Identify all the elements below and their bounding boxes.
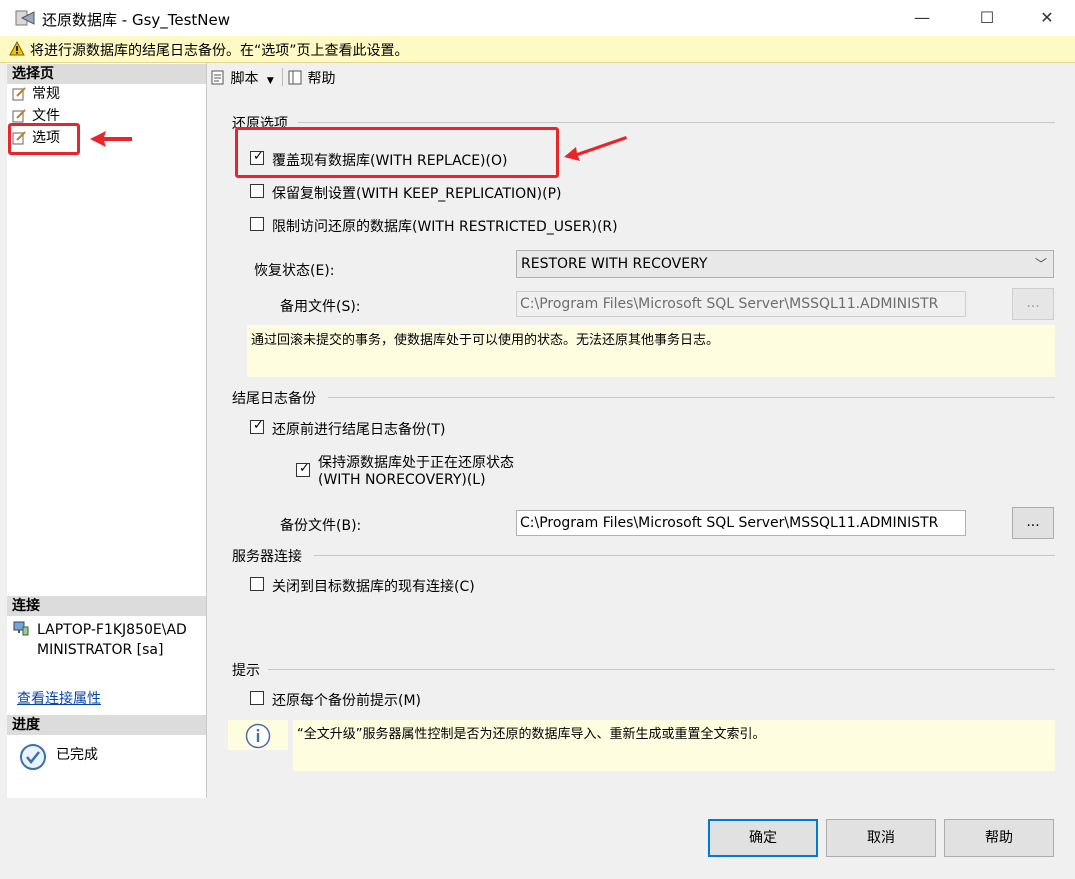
maximize-button[interactable]: ☐ xyxy=(964,0,1010,36)
page-general[interactable]: 常规 xyxy=(12,83,60,105)
page-label: 常规 xyxy=(32,86,60,102)
prompt-title: 提示 xyxy=(232,663,260,679)
restricted-user-label: 限制访问还原的数据库(WITH RESTRICTED_USER)(R) xyxy=(272,219,618,235)
connection-header: 连接 xyxy=(7,596,206,616)
select-page-header: 选择页 xyxy=(7,64,206,84)
help-toolbar-button[interactable]: 帮助 xyxy=(288,68,335,88)
page-label: 文件 xyxy=(32,108,60,124)
recovery-state-label: 恢复状态(E): xyxy=(254,263,335,279)
minimize-button[interactable]: — xyxy=(899,0,945,36)
check-mark-icon: ✓ xyxy=(253,418,264,433)
page-icon xyxy=(12,109,26,123)
recovery-state-select[interactable]: RESTORE WITH RECOVERY ﹀ xyxy=(516,250,1054,278)
recovery-state-value: RESTORE WITH RECOVERY xyxy=(521,256,708,272)
help-icon xyxy=(288,70,302,85)
annotation-box-replace xyxy=(235,127,559,178)
help-button[interactable]: 帮助 xyxy=(944,819,1054,857)
norecovery-label-line2: (WITH NORECOVERY)(L) xyxy=(318,472,486,488)
group-divider xyxy=(298,122,1055,123)
warning-text: 将进行源数据库的结尾日志备份。在“选项”页上查看此设置。 xyxy=(30,43,409,59)
server-icon xyxy=(13,621,29,636)
server-connection-title: 服务器连接 xyxy=(232,549,302,565)
group-divider xyxy=(268,669,1055,670)
fulltext-info-text: “全文升级”服务器属性控制是否为还原的数据库导入、重新生成或重置全文索引。 xyxy=(297,727,766,742)
recovery-description: 通过回滚未提交的事务，使数据库处于可以使用的状态。无法还原其他事务日志。 xyxy=(251,333,720,348)
close-connections-label: 关闭到目标数据库的现有连接(C) xyxy=(272,579,475,595)
standby-file-input[interactable]: C:\Program Files\Microsoft SQL Server\MS… xyxy=(516,291,966,317)
toolbar xyxy=(207,63,1075,91)
view-connection-properties-link[interactable]: 查看连接属性 xyxy=(17,688,101,708)
toolbar-separator xyxy=(282,68,283,86)
prompt-before-label: 还原每个备份前提示(M) xyxy=(272,693,422,709)
ok-button[interactable]: 确定 xyxy=(708,819,818,857)
annotation-arrow-replace xyxy=(564,136,627,161)
connection-name-line1: LAPTOP-F1KJ850E\AD xyxy=(37,622,187,638)
backup-browse-button[interactable]: ... xyxy=(1012,507,1054,539)
info-text-box: “全文升级”服务器属性控制是否为还原的数据库导入、重新生成或重置全文索引。 xyxy=(293,720,1055,771)
page-icon xyxy=(12,87,26,101)
script-button[interactable]: 脚本 ▼ xyxy=(211,68,274,88)
keep-replication-label: 保留复制设置(WITH KEEP_REPLICATION)(P) xyxy=(272,186,562,202)
backup-file-label: 备份文件(B): xyxy=(280,518,362,534)
chevron-down-icon: ﹀ xyxy=(1034,257,1047,271)
keep-replication-checkbox[interactable] xyxy=(250,184,264,198)
group-divider xyxy=(314,555,1055,556)
check-mark-icon: ✓ xyxy=(299,461,310,476)
close-connections-checkbox[interactable] xyxy=(250,577,264,591)
tail-log-backup-label: 还原前进行结尾日志备份(T) xyxy=(272,422,446,438)
norecovery-checkbox[interactable]: ✓ xyxy=(296,461,310,477)
backup-file-input[interactable]: C:\Program Files\Microsoft SQL Server\MS… xyxy=(516,510,966,536)
tail-log-backup-checkbox[interactable]: ✓ xyxy=(250,418,264,434)
recovery-description-box: 通过回滚未提交的事务，使数据库处于可以使用的状态。无法还原其他事务日志。 xyxy=(247,325,1055,377)
script-icon xyxy=(211,70,224,85)
help-label: 帮助 xyxy=(307,71,336,87)
connection-name-line2: MINISTRATOR [sa] xyxy=(37,642,164,658)
annotation-box-options xyxy=(8,123,80,155)
progress-status: 已完成 xyxy=(56,747,98,763)
warning-icon xyxy=(9,41,25,56)
standby-browse-button[interactable]: ... xyxy=(1012,288,1054,320)
restore-db-icon xyxy=(15,10,35,26)
window-title: 还原数据库 - Gsy_TestNew xyxy=(42,11,231,29)
group-divider xyxy=(328,397,1055,398)
chevron-down-icon[interactable]: ▼ xyxy=(267,76,274,86)
annotation-arrow-left xyxy=(90,131,132,147)
close-button[interactable]: ✕ xyxy=(1024,0,1070,36)
script-label: 脚本 xyxy=(230,71,259,87)
cancel-button[interactable]: 取消 xyxy=(826,819,936,857)
restricted-user-checkbox[interactable] xyxy=(250,217,264,231)
prompt-before-checkbox[interactable] xyxy=(250,691,264,705)
completed-icon xyxy=(20,744,46,770)
tail-log-title: 结尾日志备份 xyxy=(232,391,316,407)
progress-header: 进度 xyxy=(7,715,206,735)
standby-file-label: 备用文件(S): xyxy=(280,299,361,315)
info-icon xyxy=(245,723,271,749)
norecovery-label-line1: 保持源数据库处于正在还原状态 xyxy=(318,455,514,471)
